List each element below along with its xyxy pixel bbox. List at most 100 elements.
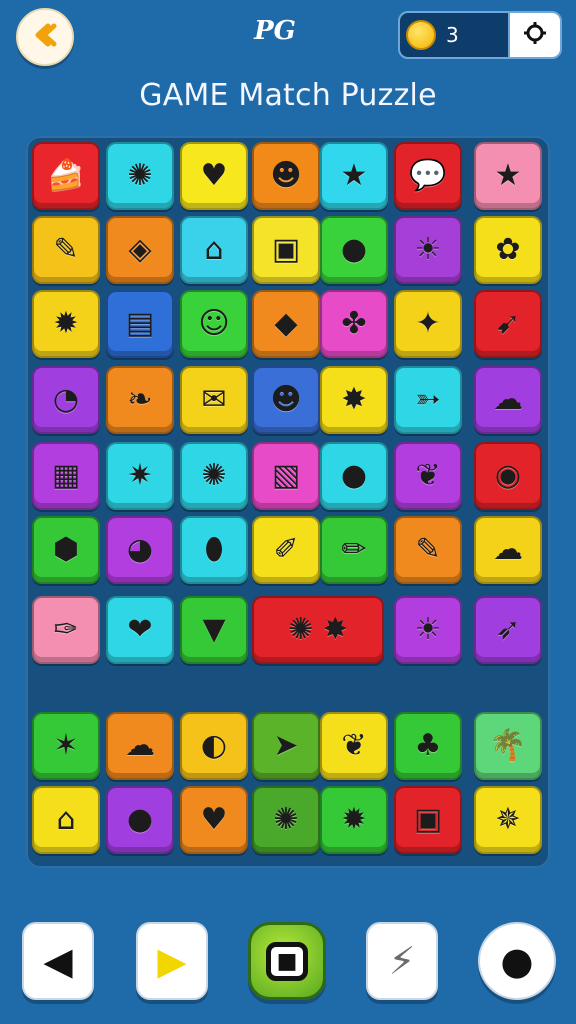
- lemon-icon: ●: [126, 802, 154, 837]
- game-tile[interactable]: ❦: [394, 442, 462, 510]
- game-tile[interactable]: ⬢: [32, 516, 100, 584]
- game-tile[interactable]: ▼: [180, 596, 248, 664]
- game-tile[interactable]: ✏: [320, 516, 388, 584]
- game-tile[interactable]: ✎: [394, 516, 462, 584]
- game-tile[interactable]: ➶: [474, 596, 542, 664]
- blue-leaf-icon: ◆: [274, 306, 298, 341]
- game-tile[interactable]: ◔: [32, 366, 100, 434]
- game-tile[interactable]: ☀: [394, 596, 462, 664]
- chick-icon: ◕: [126, 532, 154, 567]
- game-tile[interactable]: ▣: [252, 216, 320, 284]
- back-button[interactable]: [16, 8, 74, 66]
- creature-icon: ✦: [415, 306, 441, 341]
- game-tile[interactable]: ✿: [474, 216, 542, 284]
- game-tile[interactable]: ✺: [252, 786, 320, 854]
- game-tile[interactable]: 💬: [394, 142, 462, 210]
- bomb-icon: ●: [500, 939, 534, 983]
- fish-rocket-icon: ➤: [273, 728, 299, 763]
- game-tile[interactable]: ▤: [106, 290, 174, 358]
- game-tile[interactable]: ❦: [320, 712, 388, 780]
- game-tile[interactable]: ▧: [252, 442, 320, 510]
- game-tile[interactable]: ❧: [106, 366, 174, 434]
- game-tile[interactable]: ♥: [180, 142, 248, 210]
- center-action-button[interactable]: ■: [248, 922, 326, 1000]
- game-tile[interactable]: ✹: [320, 786, 388, 854]
- lemon-leaf-icon: ❦: [341, 728, 367, 763]
- game-tile[interactable]: ❤: [106, 596, 174, 664]
- beetle-icon: ✵: [495, 802, 521, 837]
- game-tile[interactable]: ✷: [106, 442, 174, 510]
- game-tile[interactable]: ▣: [394, 786, 462, 854]
- game-tile[interactable]: ☁: [474, 516, 542, 584]
- game-tile[interactable]: ✶: [32, 712, 100, 780]
- game-tile[interactable]: ⌂: [32, 786, 100, 854]
- sock-icon: ✎: [53, 232, 79, 267]
- game-tile[interactable]: ☁: [106, 712, 174, 780]
- game-tile[interactable]: ⌂: [180, 216, 248, 284]
- bomb-button[interactable]: ●: [478, 922, 556, 1000]
- carrot-icon: ➳: [415, 382, 441, 417]
- game-tile[interactable]: 🍰: [32, 142, 100, 210]
- game-tile[interactable]: ✹: [32, 290, 100, 358]
- game-tile[interactable]: ☻: [252, 142, 320, 210]
- game-tile[interactable]: ✵: [474, 786, 542, 854]
- game-tile[interactable]: ☻: [252, 366, 320, 434]
- game-tile[interactable]: ✎: [32, 216, 100, 284]
- cake-icon: 🍰: [47, 158, 85, 193]
- game-tile[interactable]: ✦: [394, 290, 462, 358]
- game-tile[interactable]: ⬮: [180, 516, 248, 584]
- back-arrow-icon: [30, 20, 60, 54]
- game-tile[interactable]: ◕: [106, 516, 174, 584]
- game-tile[interactable]: ☀: [394, 216, 462, 284]
- game-tile[interactable]: ●: [320, 216, 388, 284]
- paint-tube-icon: ✑: [53, 612, 79, 647]
- berry-icon: ❤: [127, 612, 153, 647]
- gear-icon: [522, 20, 548, 50]
- tree-icon: ♣: [414, 728, 442, 763]
- game-tile[interactable]: ◉: [474, 442, 542, 510]
- game-tile[interactable]: ▦: [32, 442, 100, 510]
- game-tile[interactable]: ♣: [394, 712, 462, 780]
- radish-icon: ❦: [415, 458, 441, 493]
- game-tile[interactable]: ✺: [106, 142, 174, 210]
- game-tile[interactable]: ☺: [180, 290, 248, 358]
- game-tile[interactable]: ✤: [320, 290, 388, 358]
- game-tile[interactable]: ★: [474, 142, 542, 210]
- square-target-icon: ■: [265, 941, 309, 981]
- game-tile[interactable]: ✑: [32, 596, 100, 664]
- play-button[interactable]: ▶: [136, 922, 208, 1000]
- starfish-icon: ✶: [53, 728, 79, 763]
- game-tile[interactable]: ✉: [180, 366, 248, 434]
- star-badge-icon: ✷: [127, 458, 153, 493]
- game-tile[interactable]: ✺ ✸: [252, 596, 384, 664]
- game-tile[interactable]: ◆: [252, 290, 320, 358]
- mango-icon: ◐: [200, 728, 228, 763]
- game-tile[interactable]: ➹: [474, 290, 542, 358]
- game-tile[interactable]: ➤: [252, 712, 320, 780]
- game-tile[interactable]: ✸: [320, 366, 388, 434]
- game-tile[interactable]: ➳: [394, 366, 462, 434]
- game-tile[interactable]: ◐: [180, 712, 248, 780]
- previous-button[interactable]: ◀: [22, 922, 94, 1000]
- envelope-icon: ✉: [201, 382, 227, 417]
- game-tile[interactable]: ✺: [180, 442, 248, 510]
- game-tile[interactable]: ♥: [180, 786, 248, 854]
- game-tile[interactable]: ◈: [106, 216, 174, 284]
- settings-button[interactable]: [508, 11, 562, 59]
- game-tile[interactable]: 🌴: [474, 712, 542, 780]
- green-monster-icon: ✺: [127, 158, 153, 193]
- shell-fish-icon: ✺ ✸: [288, 612, 348, 647]
- watermelon-icon: ▼: [202, 612, 226, 647]
- game-tile[interactable]: ★: [320, 142, 388, 210]
- game-tile[interactable]: ✐: [252, 516, 320, 584]
- speech-bubble-icon: ◔: [52, 382, 80, 417]
- wand-button[interactable]: ⚡: [366, 922, 438, 1000]
- game-tile[interactable]: ☁: [474, 366, 542, 434]
- pencil-icon: ✏: [341, 532, 367, 567]
- lunchbox-icon: ▣: [413, 802, 443, 837]
- cat-cloud-icon: ☁: [493, 382, 523, 417]
- game-tile[interactable]: ●: [106, 786, 174, 854]
- temple-icon: ⌂: [204, 232, 224, 267]
- museum-icon: ⌂: [56, 802, 76, 837]
- game-tile[interactable]: ●: [320, 442, 388, 510]
